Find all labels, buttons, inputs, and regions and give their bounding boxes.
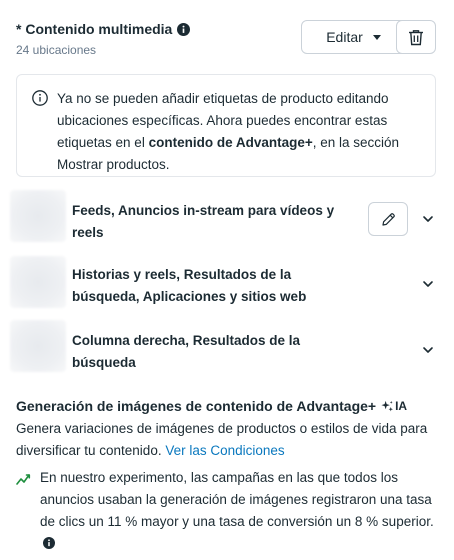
placement-label: Historias y reels, Resultados de la búsq…: [72, 267, 307, 304]
placement-thumbnail: [10, 190, 66, 242]
edit-button-label: Editar: [326, 29, 363, 45]
section-title: * Contenido multimedia: [16, 21, 173, 37]
image-generation-title: Generación de imágenes de contenido de A…: [16, 398, 407, 414]
caret-down-icon: [372, 34, 381, 40]
placement-thumbnail: [10, 256, 66, 308]
chevron-down-icon[interactable]: [421, 277, 435, 291]
trash-icon: [409, 29, 423, 45]
image-generation-description: Genera variaciones de imágenes de produc…: [16, 418, 441, 462]
pencil-icon: [381, 212, 395, 226]
info-icon[interactable]: [43, 537, 55, 549]
info-outline-icon: [32, 90, 48, 106]
terms-link[interactable]: Ver las Condiciones: [165, 443, 284, 458]
delete-button[interactable]: [396, 20, 436, 54]
notice-text-bold: contenido de Advantage+: [148, 135, 313, 150]
ai-label: IA: [395, 399, 408, 413]
edit-placement-button[interactable]: [368, 202, 408, 236]
experiment-text: En nuestro experimento, las campañas en …: [40, 467, 440, 555]
info-icon[interactable]: [177, 22, 191, 36]
media-section-header: * Contenido multimedia 24 ubicaciones Ed…: [16, 18, 446, 62]
image-generation-title-text: Generación de imágenes de contenido de A…: [16, 398, 377, 414]
placement-row[interactable]: Columna derecha, Resultados de la búsque…: [0, 320, 454, 386]
locations-count: 24 ubicaciones: [16, 43, 97, 57]
edit-dropdown-button[interactable]: Editar: [301, 20, 406, 54]
title-row: * Contenido multimedia: [16, 21, 191, 37]
placement-thumbnail: [10, 320, 66, 372]
notice-box: Ya no se pueden añadir etiquetas de prod…: [16, 74, 436, 177]
experiment-text-body: En nuestro experimento, las campañas en …: [40, 470, 434, 529]
placement-row[interactable]: Feeds, Anuncios in-stream para vídeos y …: [0, 190, 454, 256]
trend-icon: [16, 474, 31, 485]
chevron-down-icon[interactable]: [421, 212, 435, 226]
placement-label: Feeds, Anuncios in-stream para vídeos y …: [72, 203, 335, 240]
chevron-down-icon[interactable]: [421, 343, 435, 357]
notice-text: Ya no se pueden añadir etiquetas de prod…: [57, 88, 427, 176]
placement-row[interactable]: Historias y reels, Resultados de la búsq…: [0, 256, 454, 322]
sparkle-icon: [381, 400, 394, 411]
placement-label: Columna derecha, Resultados de la búsque…: [72, 333, 301, 370]
ai-badge: IA: [381, 399, 407, 413]
